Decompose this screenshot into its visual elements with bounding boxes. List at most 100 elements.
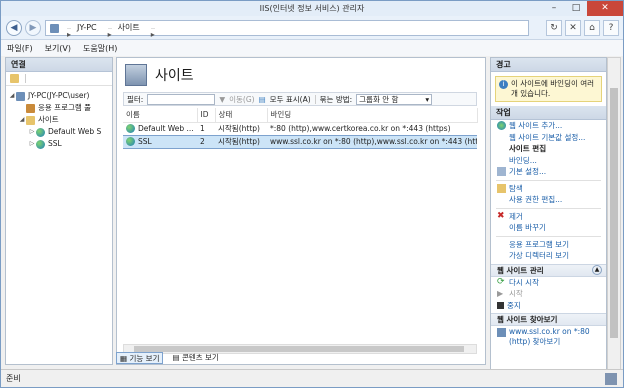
connections-tree: ◢ JY-PC(JY-PC\user) 응용 프로그램 풀 ◢ 사이트 ▷ Default …: [6, 86, 112, 150]
tab-features-view[interactable]: ▦ 기능 보기: [116, 352, 164, 364]
tree-node[interactable]: ▷ SSL: [6, 138, 112, 150]
group-by-value: 그룹화 안 함: [359, 94, 399, 104]
breadcrumb-sites[interactable]: 사이트: [118, 21, 140, 35]
maximize-button[interactable]: □: [565, 1, 587, 16]
address-toolbar: ↻ ✕ ⌂ ?: [546, 20, 619, 36]
menu-file[interactable]: 파일(F): [7, 43, 33, 54]
toolbar-divider: [25, 74, 26, 83]
menu-view[interactable]: 보기(V): [45, 43, 71, 54]
stop-link[interactable]: 중지: [491, 300, 606, 312]
explore-link[interactable]: 탐색: [491, 183, 606, 195]
scroll-thumb[interactable]: [610, 88, 618, 338]
tree-node[interactable]: ◢ 사이트: [6, 114, 112, 126]
edit-site-label: 사이트 편집: [509, 144, 547, 153]
remove-label: 제거: [509, 211, 523, 221]
breadcrumb[interactable]: ▸ JY-PC ▸ 사이트 ▸: [45, 20, 529, 39]
filter-go-icon: ▼: [219, 94, 226, 104]
bindings-link[interactable]: 바인딩...: [491, 155, 606, 167]
tree-node[interactable]: ◢ JY-PC(JY-PC\user): [6, 90, 112, 102]
sites-icon: [125, 64, 147, 86]
back-button[interactable]: ◀: [6, 20, 22, 36]
filter-input[interactable]: [147, 93, 216, 105]
features-view-label: 기능 보기: [129, 354, 160, 363]
view-virtual-dirs-label: 가상 디렉터리 보기: [509, 251, 569, 260]
close-button[interactable]: ✕: [587, 1, 623, 16]
site-name: Default Web ...: [138, 123, 194, 133]
help-icon[interactable]: ?: [603, 20, 619, 36]
minimize-button[interactable]: –: [543, 1, 565, 16]
restart-link[interactable]: ⟳ 다시 시작: [491, 277, 606, 289]
browse-website-header: 웹 사이트 찾아보기: [491, 313, 606, 326]
explore-label: 탐색: [509, 183, 523, 193]
actions-header: 작업: [491, 106, 606, 120]
rename-label: 이름 바꾸기: [509, 223, 546, 232]
restart-label: 다시 시작: [509, 277, 539, 287]
remove-link[interactable]: ✖ 제거: [491, 211, 606, 223]
tree-node-label: 응용 프로그램 풀: [38, 103, 92, 112]
content-view-icon: ▤: [172, 353, 182, 362]
tree-node[interactable]: ▷ Default Web S: [6, 126, 112, 138]
tree-node[interactable]: 응용 프로그램 풀: [6, 102, 112, 114]
folder-icon: [497, 183, 506, 193]
website-globe-icon: [126, 124, 135, 134]
column-header-binding[interactable]: 바인딩: [267, 108, 478, 123]
column-header-state[interactable]: 상태: [215, 108, 268, 123]
edit-permissions-link[interactable]: 사용 권한 편집...: [491, 194, 606, 206]
settings-icon: [497, 167, 506, 177]
menu-help[interactable]: 도움말(H): [83, 43, 117, 54]
group-by-select[interactable]: 그룹화 안 함 ▾: [356, 93, 433, 105]
site-defaults-link[interactable]: 웹 사이트 기본값 설정...: [491, 132, 606, 144]
forward-button[interactable]: ▶: [25, 20, 41, 36]
actions-vertical-scrollbar[interactable]: [607, 57, 621, 375]
alert-text: 이 사이트에 바인딩이 여러 개 있습니다.: [511, 79, 595, 98]
basic-settings-link[interactable]: 기본 설정...: [491, 166, 606, 178]
window-title: IIS(인터넷 정보 서비스) 관리자: [259, 4, 365, 13]
website-globe-icon: [36, 127, 45, 137]
browse-site-link[interactable]: www.ssl.co.kr on *:80 (http) 찾아보기: [491, 326, 606, 347]
breadcrumb-server[interactable]: JY-PC: [77, 21, 97, 35]
column-header-id[interactable]: ID: [197, 108, 216, 123]
tree-node-label: SSL: [48, 139, 62, 148]
window-controls: – □ ✕: [543, 1, 623, 16]
tab-content-view[interactable]: ▤ 콘텐츠 보기: [169, 352, 221, 364]
expand-arrow-icon[interactable]: ◢: [8, 90, 16, 102]
filter-label: 필터:: [127, 94, 144, 104]
delete-x-icon: ✖: [497, 210, 505, 221]
refresh-icon[interactable]: ↻: [546, 20, 562, 36]
cell-state: 시작됨(http): [218, 124, 260, 133]
show-all-button[interactable]: 모두 표시(A): [270, 94, 311, 105]
divider: [496, 179, 601, 181]
status-text: 준비: [6, 374, 21, 383]
content-view-label: 콘텐츠 보기: [181, 353, 219, 362]
expand-arrow-icon[interactable]: ◢: [18, 114, 26, 126]
rename-link[interactable]: 이름 바꾸기: [491, 222, 606, 234]
stop-square-icon: [497, 301, 504, 309]
start-link[interactable]: ▶ 시작: [491, 288, 606, 300]
view-virtual-dirs-link[interactable]: 가상 디렉터리 보기: [491, 250, 606, 262]
expand-arrow-icon[interactable]: ▷: [28, 126, 36, 138]
stop-icon[interactable]: ✕: [565, 20, 581, 36]
collapse-icon[interactable]: ▲: [592, 265, 602, 275]
table-header-row: 이름 ID 상태 바인딩: [123, 108, 478, 123]
edit-site-heading: 사이트 편집: [491, 143, 606, 155]
site-name: SSL: [138, 136, 152, 146]
expand-arrow-icon[interactable]: ▷: [28, 138, 36, 150]
add-website-label: 웹 사이트 추가...: [509, 121, 563, 130]
table-row[interactable]: SSL 2 시작됨(http) www.ssl.co.kr on *:80 (http…: [123, 134, 477, 149]
sites-table: 이름 ID 상태 바인딩 Default Web ... 1 시작됨(http) *:…: [123, 108, 478, 149]
cell-id: 1: [200, 124, 205, 133]
table-row[interactable]: Default Web ... 1 시작됨(http) *:80 (http),www…: [123, 122, 477, 135]
edit-permissions-label: 사용 권한 편집...: [509, 195, 563, 204]
add-website-link[interactable]: 웹 사이트 추가...: [491, 120, 606, 132]
manage-website-header: 웹 사이트 관리 ▲: [491, 263, 606, 277]
column-header-name[interactable]: 이름: [123, 108, 198, 123]
go-button[interactable]: 이동(G): [229, 94, 254, 105]
chevron-down-icon: ▾: [425, 94, 430, 104]
computer-icon: [16, 91, 25, 101]
status-icon: [605, 373, 617, 385]
info-icon: i: [499, 80, 508, 89]
view-applications-link[interactable]: 응용 프로그램 보기: [491, 239, 606, 251]
home-icon[interactable]: ⌂: [584, 20, 600, 36]
cell-binding: www.ssl.co.kr on *:80 (http),www.ssl.co.…: [267, 134, 477, 149]
connect-icon[interactable]: [10, 74, 19, 83]
